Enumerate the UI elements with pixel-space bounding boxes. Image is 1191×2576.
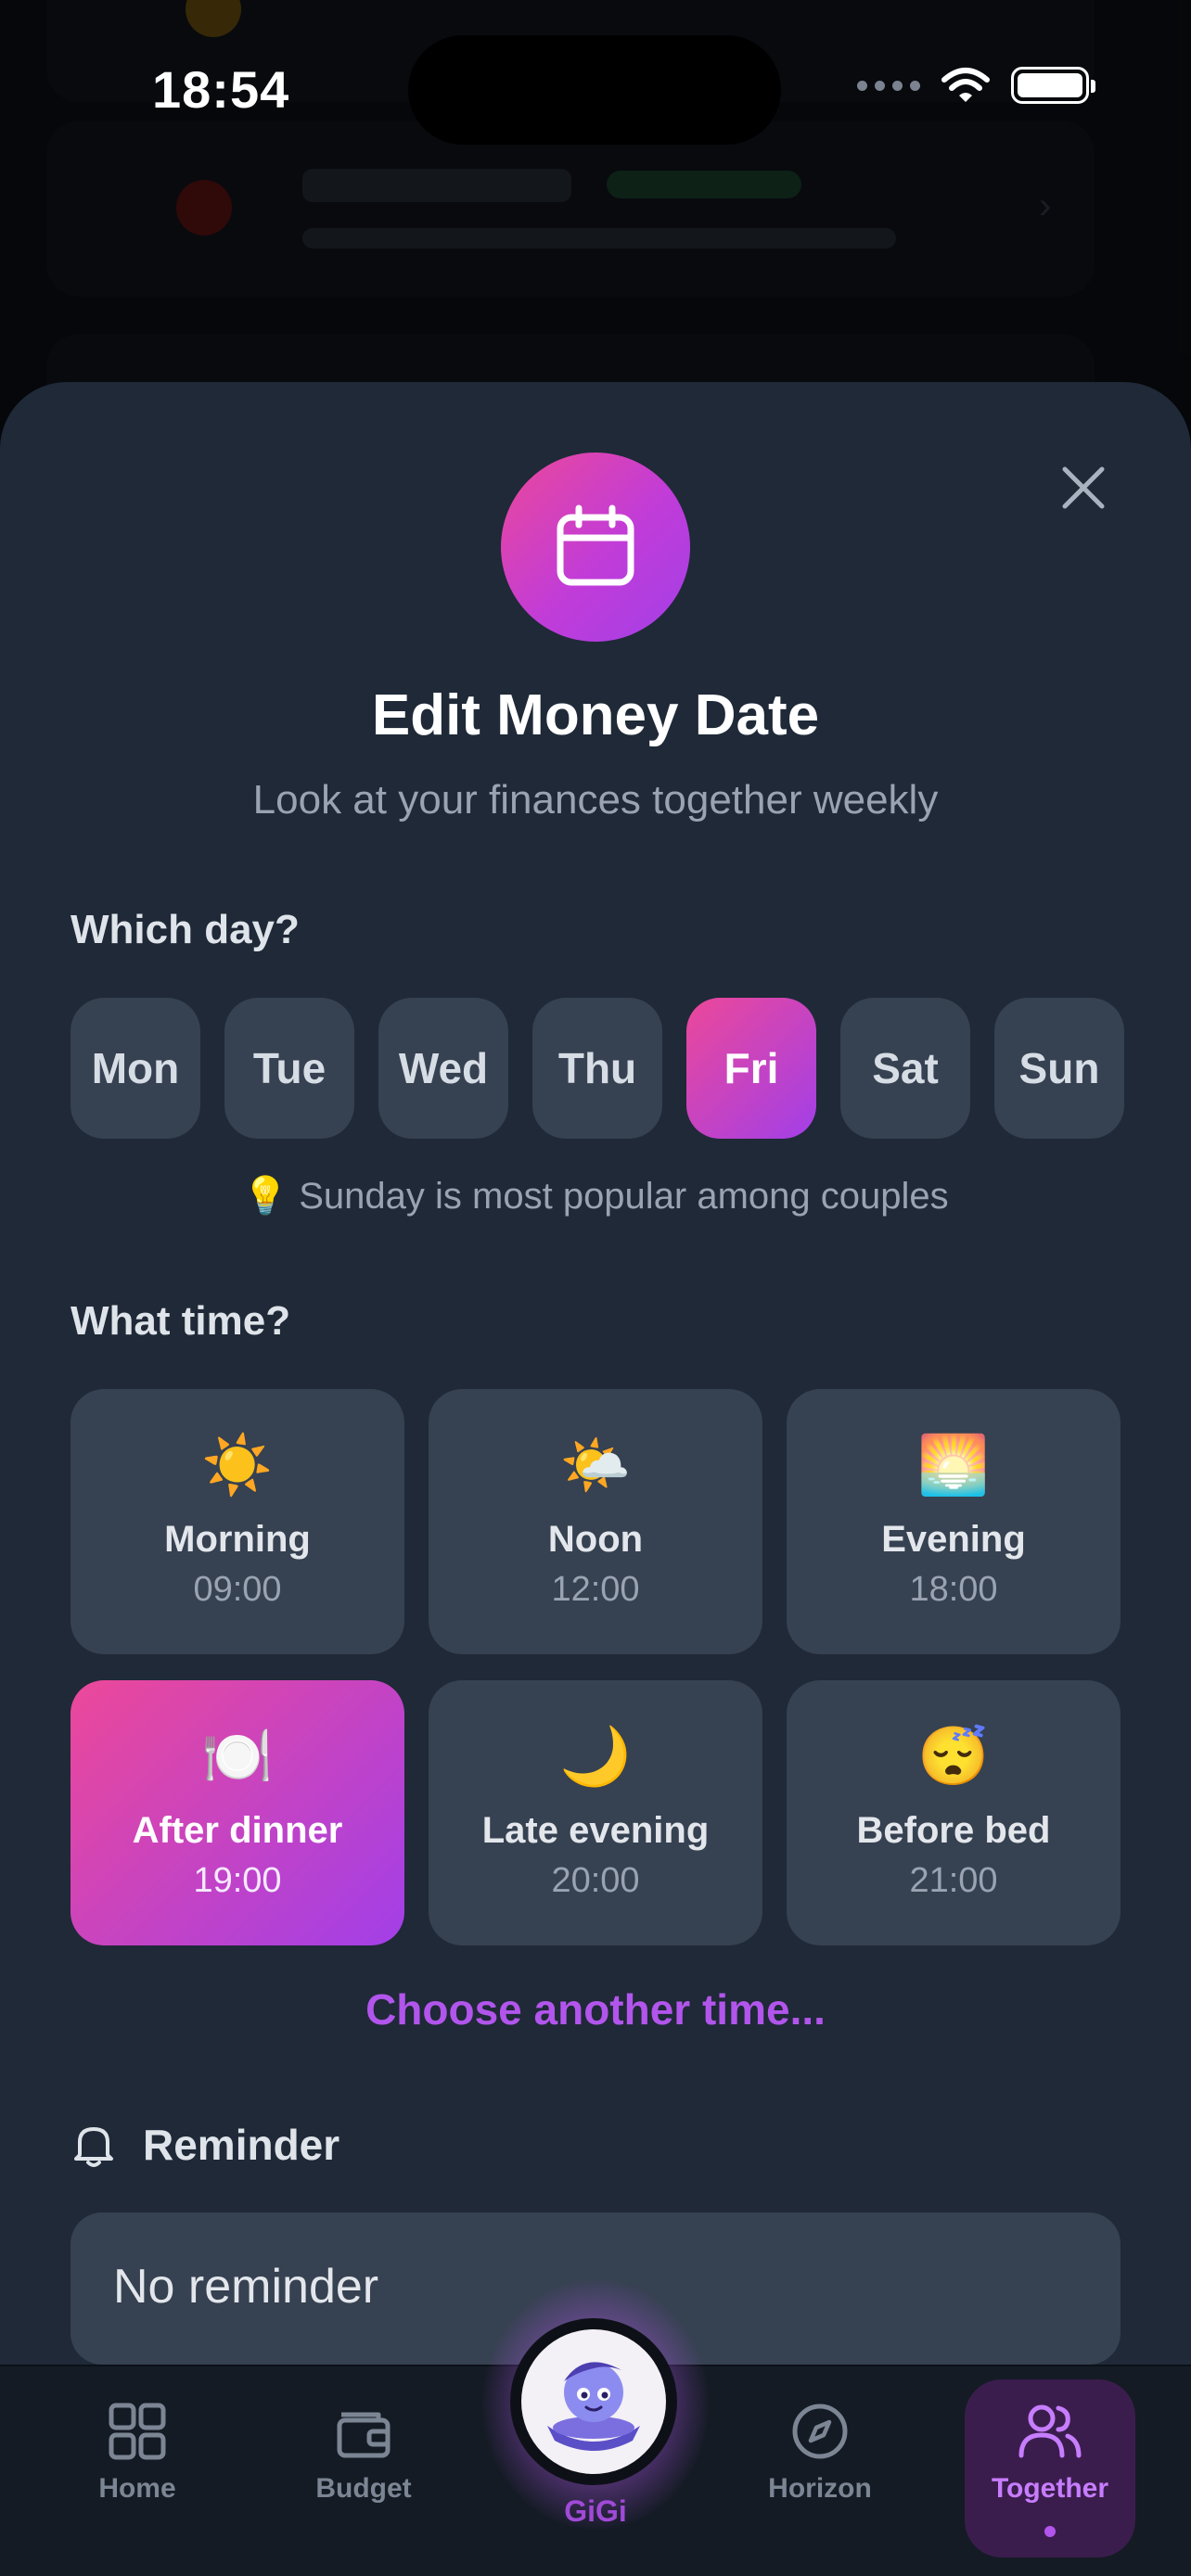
battery-icon [1011, 67, 1095, 104]
time-option-name: Morning [164, 1519, 311, 1560]
day-option-thu[interactable]: Thu [532, 998, 662, 1139]
grid-icon [109, 2403, 166, 2460]
reminder-header: Reminder [72, 2120, 339, 2170]
users-icon [1018, 2404, 1082, 2458]
bell-icon [74, 2127, 113, 2167]
time-option-value: 20:00 [551, 1861, 640, 1900]
sunset-icon: 🌅 [917, 1434, 990, 1498]
time-option-name: Late evening [481, 1810, 710, 1851]
day-hint: 💡 Sunday is most popular among couples [242, 1176, 949, 1217]
time-option-name: Noon [547, 1519, 644, 1560]
nav-item-budget[interactable]: Budget [280, 2402, 447, 2505]
time-option-value: 18:00 [909, 1570, 998, 1609]
time-option-noon[interactable]: 🌤️ Noon 12:00 [429, 1389, 762, 1654]
time-option-name: Evening [881, 1519, 1026, 1560]
nav-label-gigi: GiGi [564, 2494, 627, 2528]
time-picker: ☀️ Morning 09:00 🌤️ Noon 12:00 🌅 Evening… [70, 1389, 1121, 1945]
sun-behind-cloud-icon: 🌤️ [559, 1434, 632, 1498]
nav-item-gigi[interactable] [510, 2318, 677, 2485]
reminder-label: Reminder [143, 2121, 340, 2169]
nav-label: Together [991, 2473, 1109, 2504]
dialog-title: Edit Money Date [371, 683, 820, 747]
time-option-evening[interactable]: 🌅 Evening 18:00 [787, 1389, 1121, 1654]
nav-label: Horizon [768, 2473, 872, 2504]
day-section-label: Which day? [70, 907, 300, 952]
genie-mascot-icon [547, 2362, 640, 2451]
close-icon[interactable] [1057, 462, 1109, 514]
status-time: 18:54 [152, 60, 290, 119]
day-option-sun[interactable]: Sun [994, 998, 1124, 1139]
time-option-value: 21:00 [909, 1861, 998, 1900]
calendar-badge [501, 453, 690, 642]
calendar-icon [557, 504, 634, 586]
nav-item-horizon[interactable]: Horizon [736, 2402, 903, 2505]
nav-item-home[interactable]: Home [54, 2402, 221, 2505]
day-picker: Mon Tue Wed Thu Fri Sat Sun [70, 998, 1124, 1139]
dialog-subtitle: Look at your finances together weekly [252, 777, 939, 823]
day-option-fri[interactable]: Fri [686, 998, 816, 1139]
signal-icon [857, 80, 920, 91]
wallet-icon [337, 2412, 391, 2458]
time-section-label: What time? [70, 1298, 291, 1344]
moon-icon: 🌙 [559, 1725, 632, 1789]
time-option-name: Before bed [856, 1810, 1051, 1851]
time-option-value: 12:00 [551, 1570, 640, 1609]
nav-label: Home [98, 2473, 176, 2504]
sun-icon: ☀️ [201, 1434, 274, 1498]
day-option-sat[interactable]: Sat [840, 998, 970, 1139]
time-option-value: 09:00 [193, 1570, 282, 1609]
time-option-late-evening[interactable]: 🌙 Late evening 20:00 [429, 1680, 762, 1945]
nav-label: Budget [315, 2473, 412, 2504]
choose-another-time-link[interactable]: Choose another time... [0, 1984, 1191, 2034]
dynamic-island [408, 35, 781, 145]
gigi-avatar [521, 2329, 666, 2474]
day-option-tue[interactable]: Tue [224, 998, 354, 1139]
time-option-before-bed[interactable]: 😴 Before bed 21:00 [787, 1680, 1121, 1945]
time-option-after-dinner[interactable]: 🍽️ After dinner 19:00 [70, 1680, 404, 1945]
compass-icon [792, 2404, 848, 2459]
nav-item-together[interactable]: Together [967, 2402, 1133, 2505]
plate-icon: 🍽️ [201, 1725, 274, 1789]
time-option-value: 19:00 [193, 1861, 282, 1900]
sleeping-face-icon: 😴 [917, 1725, 990, 1789]
status-icons [857, 67, 1095, 104]
reminder-value: No reminder [113, 2260, 379, 2314]
day-option-mon[interactable]: Mon [70, 998, 200, 1139]
time-option-name: After dinner [132, 1810, 343, 1851]
wifi-icon [941, 68, 990, 102]
day-option-wed[interactable]: Wed [378, 998, 508, 1139]
time-option-morning[interactable]: ☀️ Morning 09:00 [70, 1389, 404, 1654]
active-indicator-dot [1044, 2526, 1056, 2537]
